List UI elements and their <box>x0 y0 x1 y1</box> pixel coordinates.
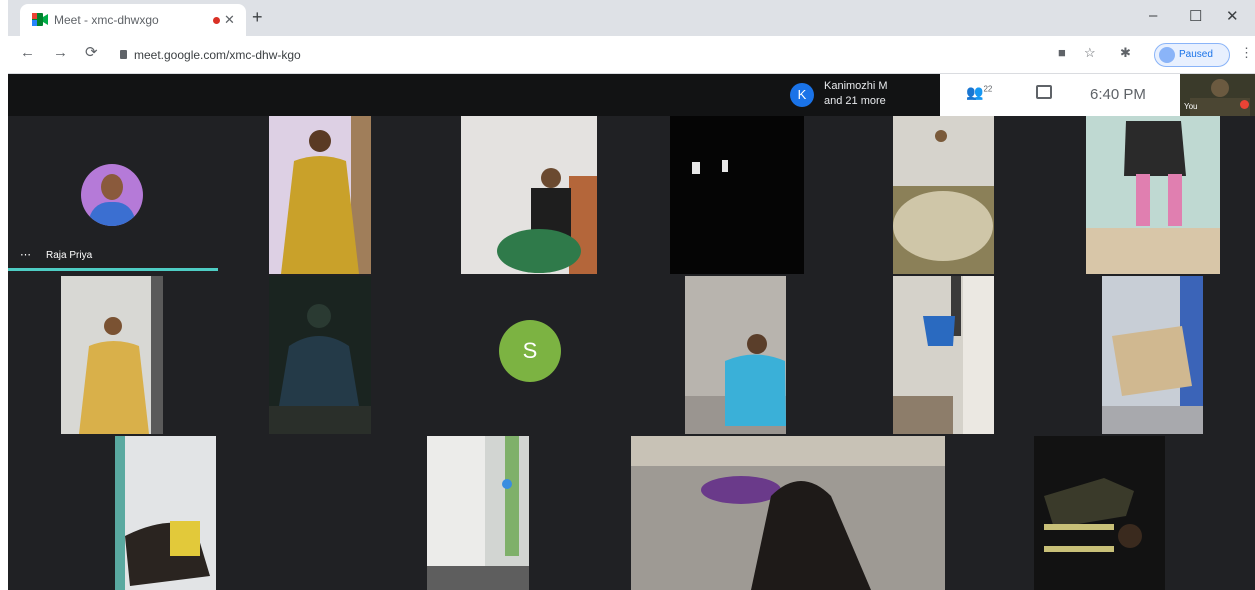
minimize-button[interactable]: – <box>1149 7 1157 24</box>
speaking-indicator <box>8 268 218 271</box>
participant-video[interactable] <box>1102 276 1203 434</box>
presenter-info: K Kanimozhi M and 21 more <box>790 77 940 113</box>
participant-video[interactable] <box>427 436 529 590</box>
tab-title: Meet - xmc-dhwxgo <box>54 13 159 27</box>
participant-video[interactable] <box>685 276 786 434</box>
participant-video[interactable] <box>115 436 216 590</box>
participant-video[interactable] <box>670 116 804 274</box>
profile-button[interactable]: Paused <box>1154 43 1230 67</box>
lock-icon <box>120 50 127 59</box>
meet-top-bar: K Kanimozhi M and 21 more 👥22 6:40 PM Yo… <box>8 74 1255 116</box>
presenter-more: and 21 more <box>824 95 886 107</box>
video-feed <box>685 276 786 434</box>
tab-strip: Meet - xmc-dhwxgo ✕ + – ☐ ✕ <box>8 0 1255 36</box>
avatar <box>81 164 143 226</box>
extensions-icon[interactable]: ✱ <box>1120 46 1131 60</box>
participant-video[interactable] <box>1034 436 1165 590</box>
presenter-name: Kanimozhi M <box>824 80 888 92</box>
chat-icon[interactable] <box>1036 85 1052 99</box>
participants-count: 22 <box>983 84 993 94</box>
back-arrow-icon[interactable]: ← <box>20 45 35 61</box>
star-icon[interactable]: ☆ <box>1084 46 1096 60</box>
url-text: meet.google.com/xmc-dhw-kgo <box>134 48 301 62</box>
participant-tile-s[interactable]: S <box>429 276 631 434</box>
video-feed <box>115 436 216 590</box>
presenter-avatar: K <box>790 83 814 107</box>
people-icon: 👥 <box>966 84 984 100</box>
meet-controls: 👥22 6:40 PM <box>940 74 1180 116</box>
participant-video[interactable] <box>61 276 163 434</box>
avatar: S <box>499 320 561 382</box>
meeting-time: 6:40 PM <box>1090 86 1146 103</box>
profile-label: Paused <box>1179 49 1213 60</box>
participant-name: Raja Priya <box>46 250 93 261</box>
meet-favicon-icon <box>32 13 48 26</box>
self-view-label: You <box>1184 102 1198 111</box>
participant-video[interactable] <box>269 276 371 434</box>
video-feed <box>61 276 163 434</box>
restore-button[interactable]: ☐ <box>1189 7 1202 25</box>
video-feed <box>269 116 371 274</box>
forward-arrow-icon[interactable]: → <box>53 45 68 61</box>
browser-toolbar: ← → ⟳ meet.google.com/xmc-dhw-kgo ■ ☆ ✱ … <box>8 36 1255 74</box>
participant-video[interactable] <box>1086 116 1220 274</box>
tab-close-icon[interactable]: ✕ <box>224 12 235 28</box>
video-feed <box>670 116 804 274</box>
participant-tile-raja-priya[interactable]: ⋯ Raja Priya <box>8 116 223 276</box>
mic-off-icon <box>1240 100 1249 109</box>
video-feed <box>461 116 597 274</box>
participant-video[interactable] <box>461 116 597 274</box>
browser-tab[interactable]: Meet - xmc-dhwxgo ✕ <box>20 4 246 36</box>
meet-stage: K Kanimozhi M and 21 more 👥22 6:40 PM Yo… <box>8 74 1255 590</box>
avatar <box>1159 47 1175 63</box>
menu-icon[interactable]: ⋮ <box>1240 46 1253 60</box>
video-feed <box>1034 436 1165 590</box>
video-feed <box>1086 116 1220 274</box>
participant-video[interactable] <box>893 116 994 274</box>
video-feed <box>1102 276 1203 434</box>
video-feed <box>893 116 994 274</box>
address-bar[interactable]: meet.google.com/xmc-dhw-kgo <box>112 42 1032 68</box>
video-feed <box>631 436 945 590</box>
close-window-button[interactable]: ✕ <box>1226 7 1239 25</box>
video-feed <box>893 276 994 434</box>
recording-indicator-icon <box>213 17 220 24</box>
people-button[interactable]: 👥22 <box>966 84 992 101</box>
video-feed <box>269 276 371 434</box>
participant-video[interactable] <box>631 436 945 590</box>
participant-video[interactable] <box>269 116 371 274</box>
more-options-icon[interactable]: ⋯ <box>20 248 31 261</box>
camera-icon[interactable]: ■ <box>1058 46 1066 60</box>
new-tab-button[interactable]: + <box>252 8 263 26</box>
participant-video[interactable] <box>893 276 994 434</box>
self-view[interactable]: You <box>1180 74 1255 116</box>
reload-icon[interactable]: ⟳ <box>85 45 98 61</box>
video-feed <box>427 436 529 590</box>
